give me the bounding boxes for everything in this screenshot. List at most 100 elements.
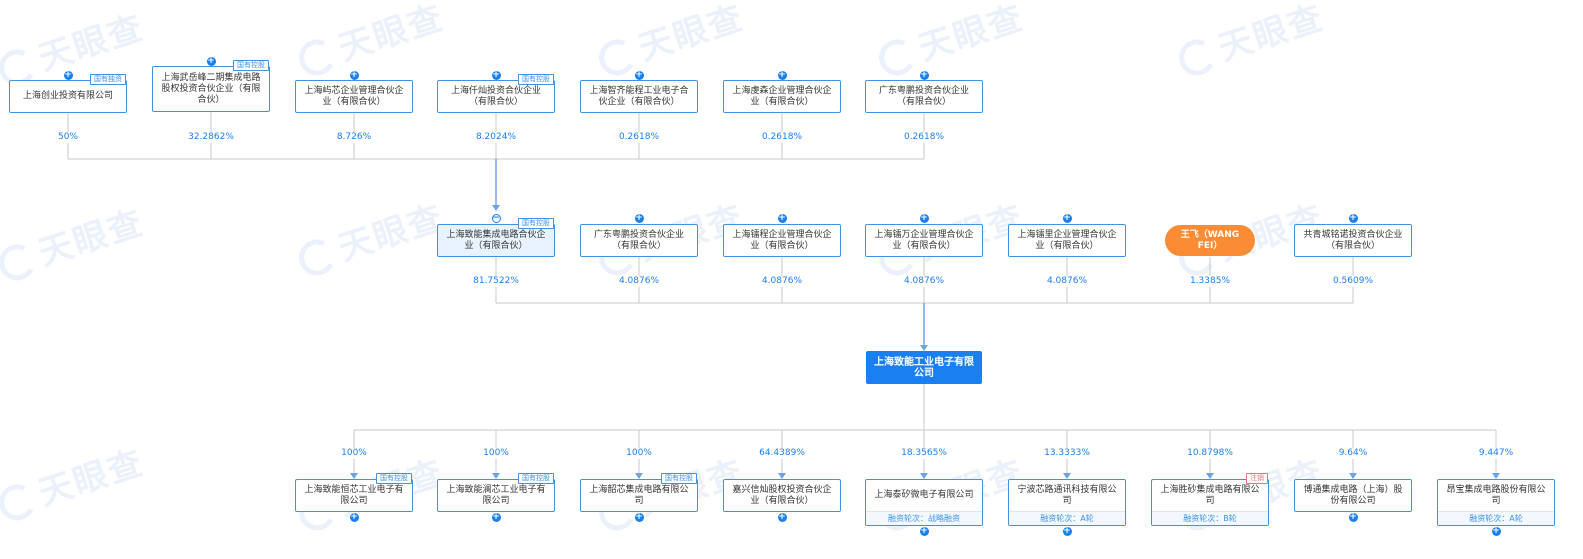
invested-company-node[interactable]: 上海胜砂集成电路有限公司融资轮次：B轮 注销 xyxy=(1151,473,1269,526)
company-name: 上海镭里企业管理合伙企业（有限合伙） xyxy=(1017,229,1117,251)
company-name: 王飞（WANG FEI） xyxy=(1180,229,1240,251)
expand-icon[interactable]: + xyxy=(206,56,216,66)
expand-icon[interactable]: + xyxy=(919,526,929,536)
share-percentage: 4.0876% xyxy=(1027,276,1107,287)
expand-icon[interactable]: + xyxy=(777,70,787,80)
shareholder-node[interactable]: 上海武岳峰二期集成电路股权投资合伙企业（有限合伙） 国有控股 xyxy=(152,60,270,112)
invested-company-node[interactable]: 昂宝集成电路股份有限公司融资轮次：A轮 xyxy=(1437,479,1555,526)
company-name: 上海韶芯集成电路有限公司 xyxy=(589,484,689,506)
company-name: 上海致能恒芯工业电子有限公司 xyxy=(304,484,404,506)
invested-company-node[interactable]: 博通集成电路（上海）股份有限公司 xyxy=(1294,479,1412,512)
share-percentage: 9.447% xyxy=(1456,448,1536,459)
target-company-node[interactable]: 上海致能工业电子有限公司 xyxy=(866,351,982,384)
company-name: 广东粤鹏投资合伙企业（有限合伙） xyxy=(593,229,684,251)
company-name: 上海武岳峰二期集成电路股权投资合伙企业（有限合伙） xyxy=(161,72,261,105)
financing-round: 融资轮次：战略融资 xyxy=(866,511,982,525)
company-name: 上海仟灿投资合伙企业（有限合伙） xyxy=(450,85,541,107)
share-percentage: 9.64% xyxy=(1313,448,1393,459)
expand-icon[interactable]: + xyxy=(1491,526,1501,536)
shareholder-node[interactable]: 广东粤鹏投资合伙企业（有限合伙） xyxy=(580,224,698,257)
deregistered-badge: 注销 xyxy=(1246,473,1268,484)
share-percentage: 10.8798% xyxy=(1170,448,1250,459)
expand-icon[interactable]: + xyxy=(634,70,644,80)
share-percentage: 100% xyxy=(456,448,536,459)
shareholder-node[interactable]: 上海镭里企业管理合伙企业（有限合伙） xyxy=(1008,224,1126,257)
company-name: 上海虔森企业管理合伙企业（有限合伙） xyxy=(732,85,832,107)
company-name: 嘉兴信灿股权投资合伙企业（有限合伙） xyxy=(732,484,832,506)
invested-company-node[interactable]: 上海致能恒芯工业电子有限公司 国有控股 xyxy=(295,473,413,512)
ownership-badge: 国有控股 xyxy=(518,74,554,85)
shareholder-node[interactable]: 上海镭万企业管理合伙企业（有限合伙） xyxy=(865,224,983,257)
financing-round: 融资轮次：A轮 xyxy=(1438,511,1554,525)
expand-icon[interactable]: + xyxy=(349,70,359,80)
company-name: 上海致能澜芯工业电子有限公司 xyxy=(446,484,546,506)
ownership-badge: 国有独资 xyxy=(90,74,126,85)
company-name: 上海镭万企业管理合伙企业（有限合伙） xyxy=(874,229,974,251)
company-name: 上海创业投资有限公司 xyxy=(22,91,113,101)
share-percentage: 4.0876% xyxy=(742,276,822,287)
company-name: 广东粤鹏投资合伙企业（有限合伙） xyxy=(878,85,969,107)
company-name: 上海镭程企业管理合伙企业（有限合伙） xyxy=(732,229,832,251)
share-percentage: 64.4389% xyxy=(742,448,822,459)
ownership-badge: 国有控股 xyxy=(376,473,412,484)
ownership-badge: 国有控股 xyxy=(518,218,554,229)
share-percentage: 8.726% xyxy=(314,132,394,143)
company-name: 昂宝集成电路股份有限公司 xyxy=(1446,484,1546,506)
expand-icon[interactable]: + xyxy=(634,512,644,522)
expand-icon[interactable]: + xyxy=(63,70,73,80)
share-percentage: 0.5609% xyxy=(1313,276,1393,287)
invested-company-node[interactable]: 上海韶芯集成电路有限公司 国有控股 xyxy=(580,473,698,512)
expand-icon[interactable]: + xyxy=(1348,213,1358,223)
share-percentage: 8.2024% xyxy=(456,132,536,143)
shareholder-node[interactable]: 共青城铭诺投资合伙企业（有限合伙） xyxy=(1294,224,1412,257)
share-percentage: 1.3385% xyxy=(1170,276,1250,287)
ownership-badge: 国有控股 xyxy=(518,473,554,484)
expand-icon[interactable]: + xyxy=(1348,512,1358,522)
company-name: 上海屿芯企业管理合伙企业（有限合伙） xyxy=(304,85,404,107)
invested-company-node[interactable]: 上海泰矽微电子有限公司融资轮次：战略融资 xyxy=(865,479,983,526)
expand-icon[interactable]: + xyxy=(777,213,787,223)
ownership-badge: 国有控股 xyxy=(233,60,269,71)
expand-icon[interactable]: + xyxy=(349,512,359,522)
shareholder-node[interactable]: 上海虔森企业管理合伙企业（有限合伙） xyxy=(723,80,841,113)
collapse-icon[interactable]: − xyxy=(491,213,501,223)
expand-icon[interactable]: + xyxy=(1062,213,1072,223)
share-percentage: 18.3565% xyxy=(884,448,964,459)
company-name: 宁波芯路通讯科技有限公司 xyxy=(1017,484,1117,506)
expand-icon[interactable]: + xyxy=(777,512,787,522)
financing-round: 融资轮次：B轮 xyxy=(1152,511,1268,525)
company-name: 博通集成电路（上海）股份有限公司 xyxy=(1303,484,1403,506)
company-name: 上海胜砂集成电路有限公司 xyxy=(1160,484,1260,506)
expand-icon[interactable]: + xyxy=(491,512,501,522)
invested-company-node[interactable]: 宁波芯路通讯科技有限公司融资轮次：A轮 xyxy=(1008,479,1126,526)
expand-icon[interactable]: + xyxy=(634,213,644,223)
shareholder-node[interactable]: 上海仟灿投资合伙企业（有限合伙） 国有控股 xyxy=(437,74,555,113)
shareholder-node[interactable]: 上海屿芯企业管理合伙企业（有限合伙） xyxy=(295,80,413,113)
invested-company-node[interactable]: 上海致能澜芯工业电子有限公司 国有控股 xyxy=(437,473,555,512)
company-name: 共青城铭诺投资合伙企业（有限合伙） xyxy=(1303,229,1403,251)
shareholder-node[interactable]: 上海智齐能程工业电子合伙企业（有限合伙） xyxy=(580,80,698,113)
share-percentage: 81.7522% xyxy=(456,276,536,287)
equity-diagram: 上海创业投资有限公司 国有独资 +50% 上海武岳峰二期集成电路股权投资合伙企业（有限… xyxy=(0,0,1583,559)
shareholder-node[interactable]: 上海创业投资有限公司 国有独资 xyxy=(9,74,127,113)
expand-icon[interactable]: + xyxy=(491,70,501,80)
person-node[interactable]: 王飞（WANG FEI） xyxy=(1165,225,1255,256)
expand-icon[interactable]: + xyxy=(1062,526,1072,536)
shareholder-node[interactable]: 上海致能集成电路合伙企业（有限合伙） 国有控股 xyxy=(437,218,555,257)
financing-round: 融资轮次：A轮 xyxy=(1009,511,1125,525)
expand-icon[interactable]: + xyxy=(919,213,929,223)
company-name: 上海致能工业电子有限公司 xyxy=(874,356,974,379)
shareholder-node[interactable]: 广东粤鹏投资合伙企业（有限合伙） xyxy=(865,80,983,113)
share-percentage: 32.2862% xyxy=(171,132,251,143)
ownership-badge: 国有控股 xyxy=(661,473,697,484)
company-name: 上海智齐能程工业电子合伙企业（有限合伙） xyxy=(589,85,689,107)
shareholder-node[interactable]: 上海镭程企业管理合伙企业（有限合伙） xyxy=(723,224,841,257)
expand-icon[interactable]: + xyxy=(919,70,929,80)
share-percentage: 50% xyxy=(28,132,108,143)
share-percentage: 0.2618% xyxy=(599,132,679,143)
share-percentage: 100% xyxy=(599,448,679,459)
company-name: 上海泰矽微电子有限公司 xyxy=(874,490,974,500)
share-percentage: 4.0876% xyxy=(884,276,964,287)
share-percentage: 0.2618% xyxy=(884,132,964,143)
invested-company-node[interactable]: 嘉兴信灿股权投资合伙企业（有限合伙） xyxy=(723,479,841,512)
